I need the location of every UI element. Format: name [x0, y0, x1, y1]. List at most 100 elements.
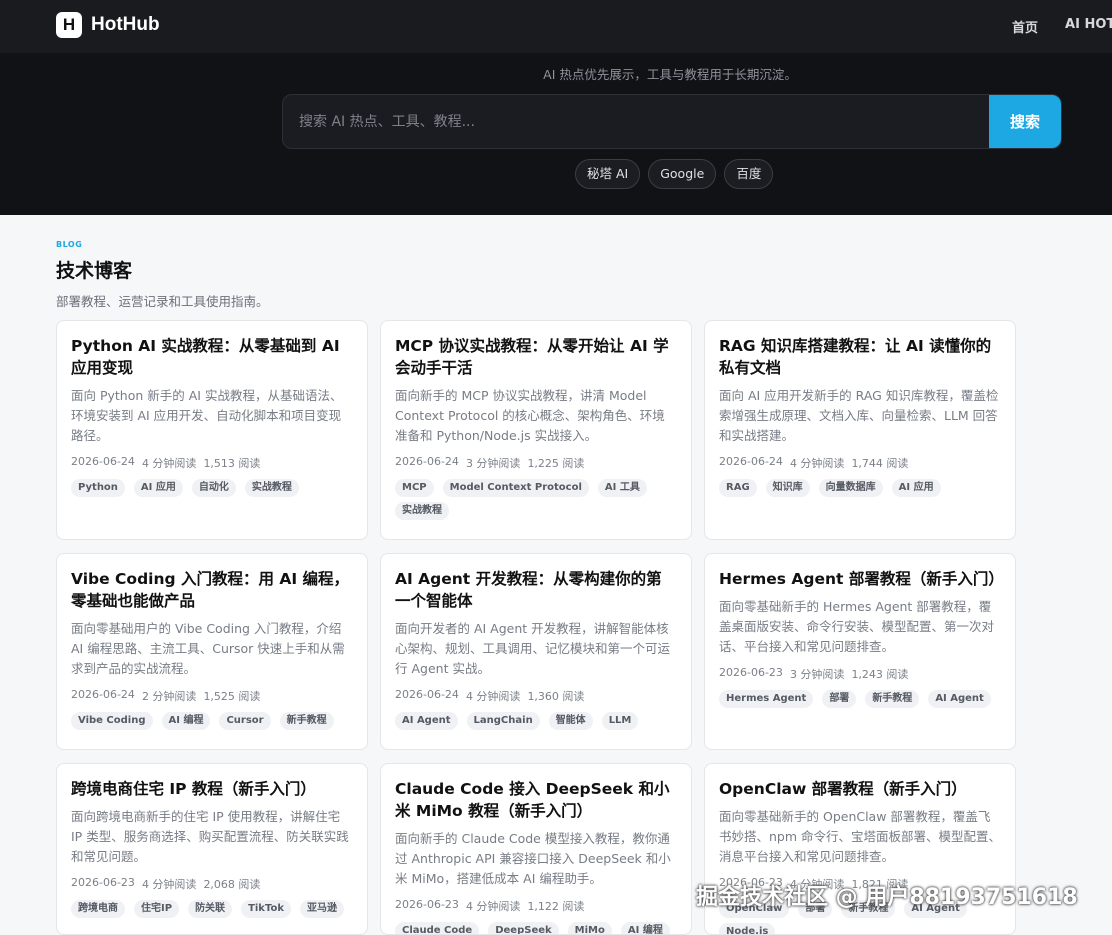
card-tag[interactable]: Vibe Coding [71, 712, 153, 730]
card-title[interactable]: RAG 知识库搭建教程：让 AI 读懂你的私有文档 [719, 335, 1001, 379]
card-title[interactable]: Vibe Coding 入门教程：用 AI 编程，零基础也能做产品 [71, 568, 353, 612]
search-input[interactable] [283, 95, 990, 148]
card-title[interactable]: Hermes Agent 部署教程（新手入门） [719, 568, 1004, 590]
blog-card[interactable]: OpenClaw 部署教程（新手入门） 面向零基础新手的 OpenClaw 部署… [704, 763, 1016, 935]
card-date: 2026-06-24 [719, 455, 783, 468]
nav-item-ai-hot[interactable]: AI HOT [1065, 17, 1112, 36]
card-read-time: 3 分钟阅读 [789, 668, 845, 681]
card-views: 1,513 阅读 [203, 457, 261, 470]
card-read-time: 4 分钟阅读 [141, 878, 197, 891]
engine-google[interactable]: Google [648, 159, 717, 189]
card-tag[interactable]: 亚马逊 [299, 900, 344, 918]
card-tag[interactable]: RAG [719, 479, 757, 497]
card-tag[interactable]: DeepSeek [488, 922, 559, 934]
card-tags: Hermes Agent 部署 新手教程 AI Agent [719, 690, 1001, 708]
search-button[interactable]: 搜索 [989, 95, 1061, 148]
card-tag[interactable]: 新手教程 [841, 900, 896, 918]
card-tags: Python AI 应用 自动化 实战教程 [71, 479, 353, 497]
card-views: 1,525 阅读 [203, 690, 261, 703]
card-tag[interactable]: AI 工具 [597, 479, 647, 497]
nav-item-home[interactable]: 首页 [1012, 17, 1038, 36]
blog-card[interactable]: Hermes Agent 部署教程（新手入门） 面向零基础新手的 Hermes … [704, 553, 1016, 750]
card-excerpt: 面向零基础新手的 Hermes Agent 部署教程，覆盖桌面版安装、命令行安装… [719, 599, 995, 654]
card-date: 2026-06-24 [71, 455, 135, 468]
main-nav: 首页 AI HOT [1012, 17, 1112, 36]
card-views: 1,360 阅读 [527, 690, 585, 703]
card-tag[interactable]: 向量数据库 [818, 479, 883, 497]
blog-card[interactable]: Claude Code 接入 DeepSeek 和小米 MiMo 教程（新手入门… [380, 763, 692, 935]
card-tag[interactable]: AI Agent [904, 900, 967, 918]
card-tag[interactable]: 部署 [798, 900, 833, 918]
card-meta: 2026-06-23 4 分钟阅读 1,821 阅读 [719, 876, 1001, 892]
card-tag[interactable]: AI 应用 [891, 479, 941, 497]
hero-section: AI 热点优先展示，工具与教程用于长期沉淀。 搜索 秘塔 AI Google 百… [0, 53, 1112, 215]
logo[interactable]: H HotHub [56, 12, 160, 38]
blog-card[interactable]: Python AI 实战教程：从零基础到 AI 应用变现 面向 Python 新… [56, 320, 368, 540]
blog-card[interactable]: RAG 知识库搭建教程：让 AI 读懂你的私有文档 面向 AI 应用开发新手的 … [704, 320, 1016, 540]
card-excerpt: 面向新手的 Claude Code 模型接入教程，教你通过 Anthropic … [395, 831, 671, 886]
blog-card[interactable]: AI Agent 开发教程：从零构建你的第一个智能体 面向开发者的 AI Age… [380, 553, 692, 750]
card-date: 2026-06-24 [395, 455, 459, 468]
blog-card[interactable]: Vibe Coding 入门教程：用 AI 编程，零基础也能做产品 面向零基础用… [56, 553, 368, 750]
card-tag[interactable]: AI 应用 [133, 479, 183, 497]
card-tag[interactable]: LLM [601, 712, 639, 730]
card-tag[interactable]: 住宅IP [134, 900, 180, 918]
card-title[interactable]: Claude Code 接入 DeepSeek 和小米 MiMo 教程（新手入门… [395, 778, 677, 822]
section-tag: BLOG [56, 240, 83, 249]
card-tags: 跨境电商 住宅IP 防关联 TikTok 亚马逊 [71, 900, 353, 918]
card-tag[interactable]: 知识库 [765, 479, 810, 497]
card-tag[interactable]: AI 编程 [620, 922, 670, 934]
card-tag[interactable]: MCP [395, 479, 434, 497]
card-tag[interactable]: Model Context Protocol [442, 479, 589, 497]
card-excerpt: 面向零基础新手的 OpenClaw 部署教程，覆盖飞书妙搭、npm 命令行、宝塔… [719, 809, 1002, 864]
card-read-time: 4 分钟阅读 [465, 690, 521, 703]
card-tag[interactable]: 实战教程 [395, 502, 449, 520]
card-tags: MCP Model Context Protocol AI 工具 实战教程 [395, 479, 677, 520]
card-meta: 2026-06-23 4 分钟阅读 2,068 阅读 [71, 876, 353, 892]
card-read-time: 4 分钟阅读 [789, 457, 845, 470]
card-date: 2026-06-23 [395, 898, 459, 911]
card-meta: 2026-06-23 3 分钟阅读 1,243 阅读 [719, 666, 1001, 682]
card-tag[interactable]: AI Agent [928, 690, 991, 708]
card-tag[interactable]: 智能体 [548, 712, 593, 730]
engine-baidu[interactable]: 百度 [724, 159, 774, 189]
card-views: 2,068 阅读 [203, 878, 261, 891]
section-description: 部署教程、运营记录和工具使用指南。 [56, 294, 269, 309]
card-excerpt: 面向零基础用户的 Vibe Coding 入门教程，介绍 AI 编程思路、主流工… [71, 621, 345, 676]
blog-card[interactable]: MCP 协议实战教程：从零开始让 AI 学会动手干活 面向新手的 MCP 协议实… [380, 320, 692, 540]
card-tag[interactable]: Python [71, 479, 125, 497]
card-tag[interactable]: 新手教程 [865, 690, 920, 708]
card-title[interactable]: 跨境电商住宅 IP 教程（新手入门） [71, 778, 353, 800]
card-tag[interactable]: AI Agent [395, 712, 458, 730]
card-excerpt: 面向 Python 新手的 AI 实战教程，从基础语法、环境安装到 AI 应用开… [71, 388, 343, 443]
card-tag[interactable]: 新手教程 [279, 712, 334, 730]
card-tag[interactable]: MiMo [567, 922, 612, 934]
card-tag[interactable]: 部署 [822, 690, 857, 708]
card-date: 2026-06-23 [719, 876, 783, 889]
card-tag[interactable]: 实战教程 [244, 479, 299, 497]
logo-mark-icon: H [56, 12, 82, 38]
card-tag[interactable]: Node.js [719, 923, 776, 934]
card-tag[interactable]: Claude Code [395, 922, 480, 934]
card-tag[interactable]: LangChain [466, 712, 540, 730]
card-tag[interactable]: 防关联 [188, 900, 233, 918]
card-title[interactable]: Python AI 实战教程：从零基础到 AI 应用变现 [71, 335, 353, 379]
card-title[interactable]: OpenClaw 部署教程（新手入门） [719, 778, 1001, 800]
card-tag[interactable]: TikTok [241, 900, 291, 918]
card-tags: AI Agent LangChain 智能体 LLM [395, 712, 677, 730]
card-date: 2026-06-23 [71, 876, 135, 889]
card-tag[interactable]: Cursor [219, 712, 271, 730]
card-tags: OpenClaw 部署 新手教程 AI Agent Node.js [719, 900, 1001, 934]
card-tag[interactable]: Hermes Agent [719, 690, 814, 708]
card-title[interactable]: AI Agent 开发教程：从零构建你的第一个智能体 [395, 568, 677, 612]
card-title[interactable]: MCP 协议实战教程：从零开始让 AI 学会动手干活 [395, 335, 677, 379]
blog-card[interactable]: 跨境电商住宅 IP 教程（新手入门） 面向跨境电商新手的住宅 IP 使用教程，讲… [56, 763, 368, 935]
card-excerpt: 面向开发者的 AI Agent 开发教程，讲解智能体核心架构、规划、工具调用、记… [395, 621, 671, 676]
engine-metaso[interactable]: 秘塔 AI [575, 159, 641, 189]
card-tag[interactable]: AI 编程 [161, 712, 211, 730]
top-bar: H HotHub 首页 AI HOT [0, 0, 1112, 53]
card-tag[interactable]: OpenClaw [719, 900, 790, 918]
card-tag[interactable]: 自动化 [191, 479, 236, 497]
search-engine-list: 秘塔 AI Google 百度 [575, 159, 774, 189]
card-tag[interactable]: 跨境电商 [71, 900, 125, 918]
